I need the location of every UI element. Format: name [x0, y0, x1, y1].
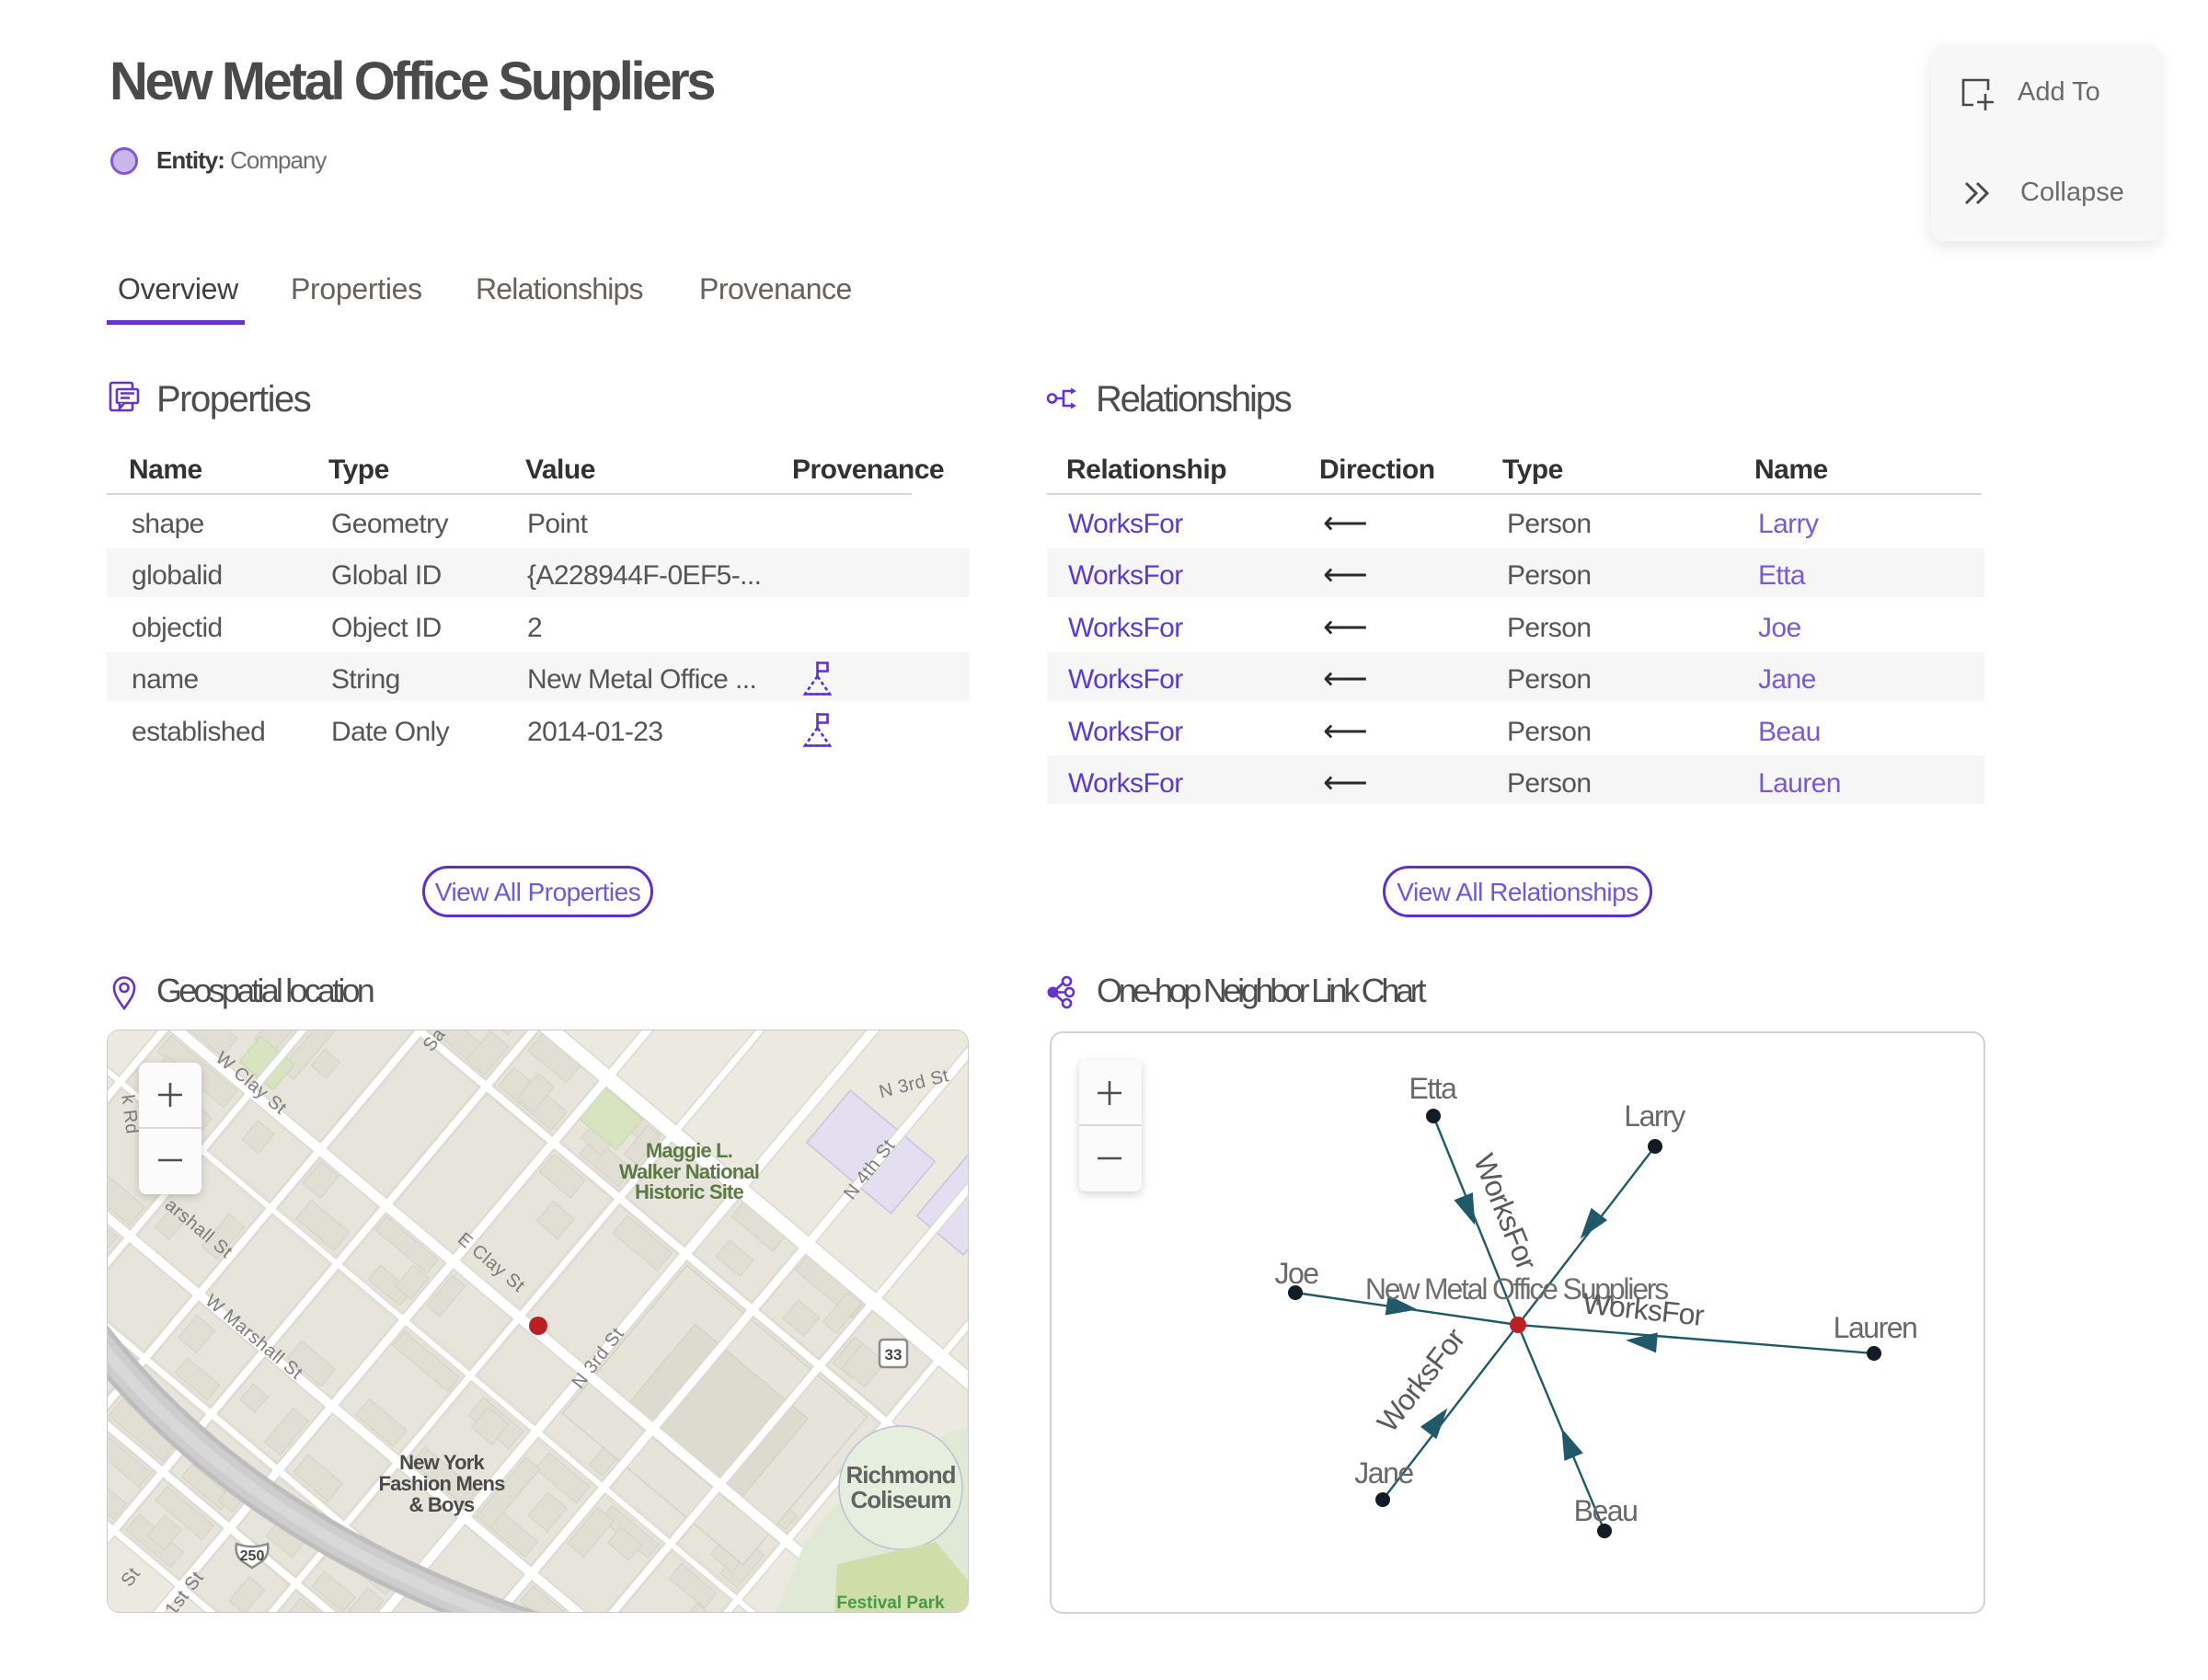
svg-text:Lauren: Lauren [1834, 1311, 1917, 1344]
svg-text:Historic Site: Historic Site [635, 1180, 744, 1203]
svg-text:Coliseum: Coliseum [850, 1486, 950, 1513]
svg-text:& Boys: & Boys [409, 1493, 476, 1516]
svg-text:Larry: Larry [1624, 1099, 1685, 1133]
svg-text:Fashion Mens: Fashion Mens [378, 1472, 505, 1495]
svg-text:33: 33 [885, 1346, 903, 1364]
svg-text:250: 250 [240, 1548, 265, 1564]
svg-text:Richmond: Richmond [845, 1461, 955, 1489]
svg-text:WorksFor: WorksFor [1581, 1286, 1707, 1332]
svg-text:WorksFor: WorksFor [1371, 1321, 1472, 1438]
svg-text:Jane: Jane [1354, 1456, 1413, 1490]
svg-text:Festival Park: Festival Park [836, 1594, 945, 1613]
svg-text:Beau: Beau [1574, 1494, 1638, 1527]
svg-text:Joe: Joe [1274, 1257, 1318, 1290]
svg-text:Maggie L.: Maggie L. [646, 1139, 732, 1162]
svg-text:New York: New York [399, 1451, 485, 1474]
svg-text:WorksFor: WorksFor [1467, 1149, 1544, 1275]
svg-text:Etta: Etta [1409, 1072, 1458, 1105]
